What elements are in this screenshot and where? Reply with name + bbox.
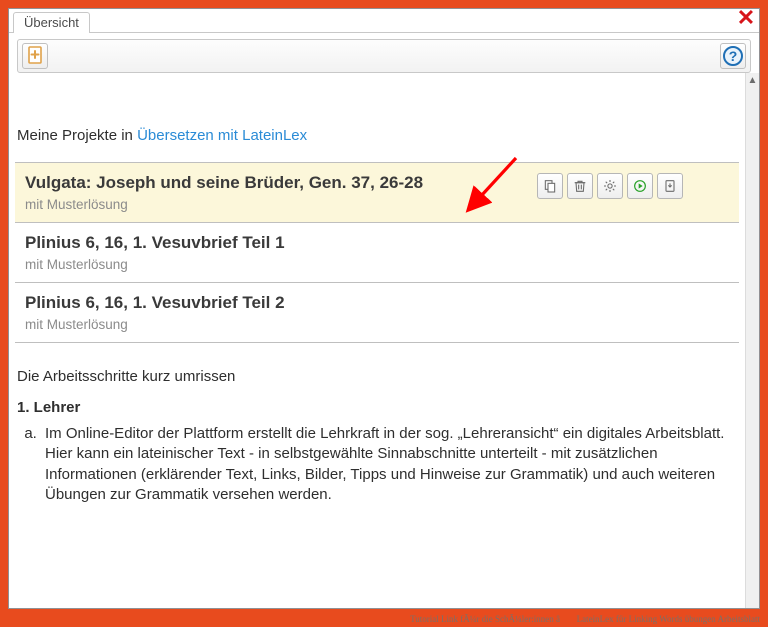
content-area: Meine Projekte in Übersetzen mit LateinL… <box>9 77 745 608</box>
new-project-button[interactable] <box>22 43 48 69</box>
app-window: Übersicht ✕ ? ▲ Meine Projekte in Überse… <box>8 8 760 609</box>
play-icon <box>632 178 648 194</box>
tab-overview[interactable]: Übersicht <box>13 12 90 33</box>
project-row[interactable]: Plinius 6, 16, 1. Vesuvbrief Teil 1 mit … <box>15 222 739 283</box>
project-title: Plinius 6, 16, 1. Vesuvbrief Teil 1 <box>25 233 729 253</box>
project-subtitle: mit Musterlösung <box>25 197 729 212</box>
project-subtitle: mit Musterlösung <box>25 317 729 332</box>
project-row[interactable]: Plinius 6, 16, 1. Vesuvbrief Teil 2 mit … <box>15 282 739 343</box>
image-caption: Tutorial Link fÃ¼r die SchÃ¼ler:innen â… <box>8 613 760 625</box>
play-button[interactable] <box>627 173 653 199</box>
projects-heading: Meine Projekte in Übersetzen mit LateinL… <box>17 127 739 144</box>
project-title: Plinius 6, 16, 1. Vesuvbrief Teil 2 <box>25 293 729 313</box>
project-subtitle: mit Musterlösung <box>25 257 729 272</box>
translate-link[interactable]: Übersetzen mit LateinLex <box>137 127 307 144</box>
tab-bar: Übersicht ✕ <box>9 9 759 33</box>
instructions-step-label: 1. Lehrer <box>17 399 737 416</box>
toolbar: ? <box>17 39 751 73</box>
trash-icon <box>572 178 588 194</box>
gear-icon <box>602 178 618 194</box>
projects-heading-prefix: Meine Projekte in <box>17 127 137 144</box>
help-button[interactable]: ? <box>720 43 746 69</box>
close-button[interactable]: ✕ <box>735 8 757 30</box>
instructions: Die Arbeitsschritte kurz umrissen 1. Leh… <box>17 368 737 505</box>
settings-button[interactable] <box>597 173 623 199</box>
vertical-scrollbar[interactable]: ▲ <box>745 73 759 608</box>
export-button[interactable] <box>657 173 683 199</box>
project-row[interactable]: Vulgata: Joseph und seine Brüder, Gen. 3… <box>15 162 739 223</box>
instructions-heading: Die Arbeitsschritte kurz umrissen <box>17 368 737 385</box>
copy-icon <box>542 178 558 194</box>
export-doc-icon <box>662 178 678 194</box>
copy-button[interactable] <box>537 173 563 199</box>
project-actions <box>537 173 683 199</box>
delete-button[interactable] <box>567 173 593 199</box>
tab-label: Übersicht <box>24 15 79 30</box>
new-doc-plus-icon <box>23 44 47 68</box>
help-icon: ? <box>723 46 743 66</box>
scroll-up-arrow-icon[interactable]: ▲ <box>746 73 759 89</box>
instructions-step-text: Im Online-Editor der Plattform erstellt … <box>41 424 737 505</box>
